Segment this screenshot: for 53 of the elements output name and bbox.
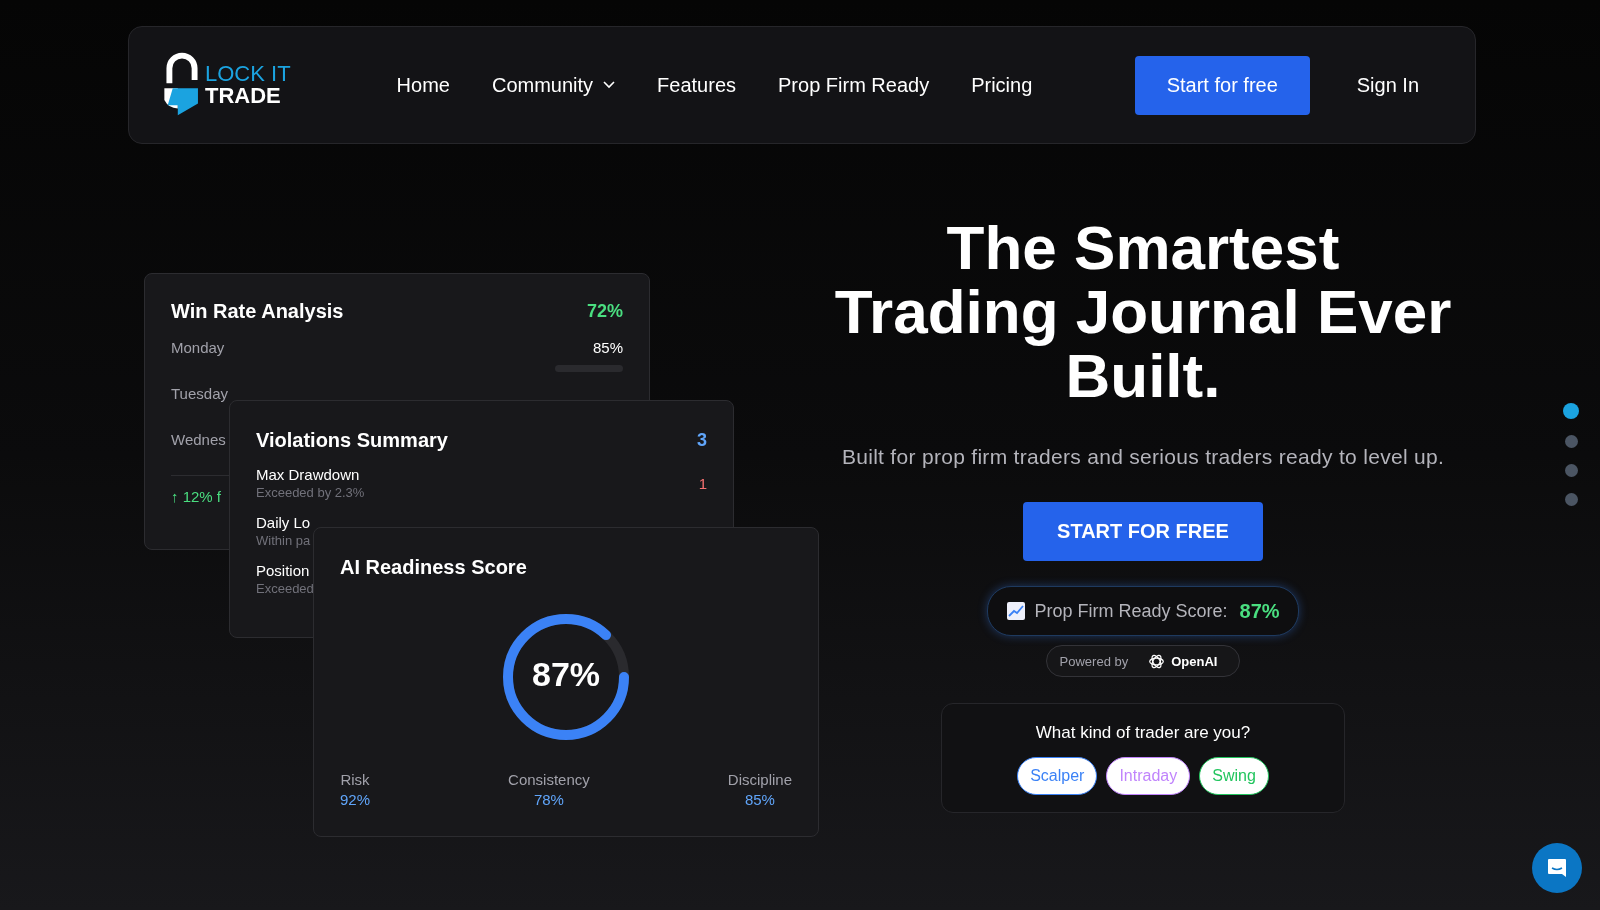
score-value: 87% [1239, 599, 1280, 623]
page-dot[interactable] [1564, 435, 1578, 448]
card-title: Win Rate Analysis [171, 300, 344, 323]
page-dot[interactable] [1564, 464, 1578, 477]
knot-logo-icon [1148, 652, 1166, 670]
day-label: Tuesday [171, 385, 228, 402]
violation-name: Max Drawdown [256, 466, 361, 483]
metric-value: 92% [340, 791, 371, 808]
card-title: AI Readiness Score [340, 556, 528, 579]
nav-link[interactable]: Pricing [971, 73, 1033, 97]
logo-text: TRADE [205, 85, 282, 107]
chart-icon [1006, 601, 1027, 621]
page-dot[interactable] [1564, 493, 1578, 506]
caret-icon [603, 81, 616, 89]
trader-type-chip[interactable]: Scalper [1017, 757, 1098, 795]
metric-value: 78% [533, 791, 564, 808]
start-button[interactable]: Start for free [1134, 55, 1310, 115]
violation-count: 1 [698, 474, 707, 492]
nav-link[interactable]: Community [491, 73, 616, 97]
chat-button[interactable] [1532, 843, 1582, 893]
metric-value: 85% [744, 791, 775, 808]
hero-subtitle: Built for prop firm traders and serious traders ready to level up. [840, 444, 1446, 470]
violation-detail: Within pa [256, 533, 311, 548]
brand-name: OpenAI [1171, 653, 1218, 669]
score-value: 87% [531, 654, 601, 694]
violation-detail: Exceeded by 2.3% [256, 485, 365, 500]
violation-count: 3 [697, 430, 707, 451]
powered-text: Powered by [1059, 653, 1129, 669]
metric-label: Discipline [727, 771, 792, 788]
metric-label: Consistency [508, 771, 590, 788]
nav-link[interactable]: Prop Firm Ready [778, 73, 930, 97]
day-label: Wednes [171, 431, 226, 448]
logo-text: LOCK IT [205, 63, 291, 85]
page-dot[interactable] [1563, 403, 1579, 419]
day-label: Monday [171, 339, 225, 356]
violation-detail: Exceeded [256, 581, 314, 596]
score-label: Prop Firm Ready Score: [1034, 600, 1228, 622]
card-title: Violations Summary [256, 429, 448, 452]
win-rate-value: 72% [586, 301, 623, 322]
violation-name: Daily Lo [256, 514, 311, 531]
day-value: 85% [592, 339, 623, 356]
hero-title: The Smartest [946, 216, 1340, 280]
trend-text: ↑ 12% f [171, 488, 222, 505]
start-button[interactable]: START FOR FREE [1023, 502, 1263, 561]
sign-in-link[interactable]: Sign In [1356, 73, 1419, 97]
question-text: What kind of trader are you? [1035, 723, 1251, 743]
chat-icon [1545, 856, 1569, 880]
hero-title: Trading Journal Ever [834, 280, 1452, 344]
hero-title: Built. [1065, 344, 1221, 408]
nav-link[interactable]: Home [396, 73, 450, 97]
metric-label: Risk [340, 771, 370, 788]
nav-link[interactable]: Features [657, 73, 736, 97]
violation-name: Position [256, 562, 311, 579]
